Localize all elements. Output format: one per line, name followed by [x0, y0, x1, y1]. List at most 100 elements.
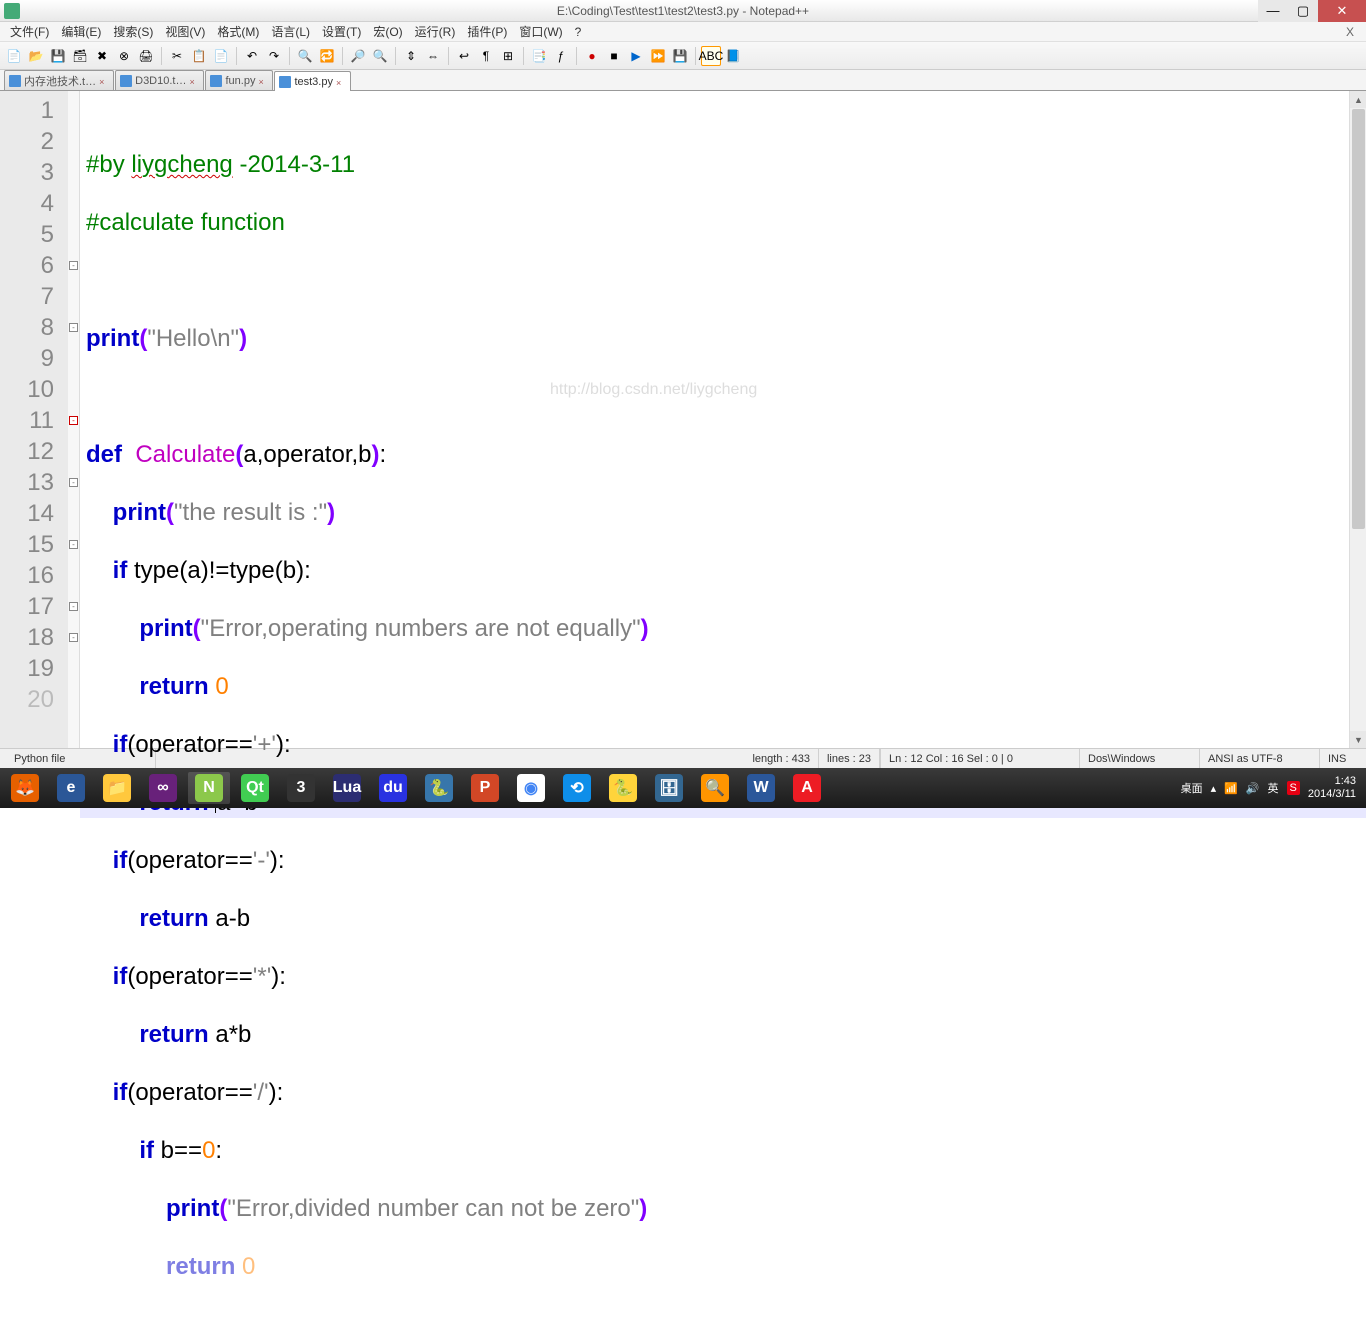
toolbar-extra-button[interactable]: 📘	[723, 46, 743, 66]
doc-map-button[interactable]: 📑	[529, 46, 549, 66]
fold-box-icon[interactable]: -	[69, 323, 78, 332]
tray-ime[interactable]: 英	[1268, 780, 1279, 796]
menu-file[interactable]: 文件(F)	[4, 23, 55, 40]
indent-guide-button[interactable]: ⊞	[498, 46, 518, 66]
tab-close-icon[interactable]: ×	[99, 77, 107, 85]
menu-edit[interactable]: 编辑(E)	[55, 23, 107, 40]
undo-button[interactable]: ↶	[242, 46, 262, 66]
taskbar-vs[interactable]: ∞	[142, 772, 184, 804]
tray-chevron-icon[interactable]: ▴	[1211, 782, 1217, 795]
menu-format[interactable]: 格式(M)	[211, 23, 265, 40]
taskbar-firefox[interactable]: 🦊	[4, 772, 46, 804]
taskbar: 🦊 e 📁 ∞ N Qt 3 Lua du 🐍 P ◉ ⟲ 🐍 🗄 🔍 W A …	[0, 768, 1366, 808]
stop-macro-button[interactable]: ■	[604, 46, 624, 66]
taskbar-adobe[interactable]: A	[786, 772, 828, 804]
paste-button[interactable]: 📄	[211, 46, 231, 66]
record-macro-button[interactable]: ●	[582, 46, 602, 66]
menu-run[interactable]: 运行(R)	[409, 23, 462, 40]
sync-h-button[interactable]: ⇔	[423, 46, 443, 66]
taskbar-python[interactable]: 🐍	[418, 772, 460, 804]
vertical-scrollbar[interactable]: ▲ ▼	[1349, 91, 1366, 748]
tray-clock[interactable]: 1:43 2014/3/11	[1308, 775, 1356, 801]
print-button[interactable]: 🖨	[136, 46, 156, 66]
code-content[interactable]: http://blog.csdn.net/liygcheng #by liygc…	[80, 91, 1366, 748]
toolbar: 📄 📂 💾 🗃 ✖ ⊗ 🖨 ✂ 📋 📄 ↶ ↷ 🔍 🔁 🔎 🔍 ⇕ ⇔ ↩ ¶ …	[0, 42, 1366, 70]
toolbar-separator	[576, 47, 577, 65]
tab-close-x-icon[interactable]: X	[1340, 25, 1360, 39]
copy-button[interactable]: 📋	[189, 46, 209, 66]
tray-network-icon[interactable]: 📶	[1224, 782, 1238, 795]
play-macro-button[interactable]: ▶	[626, 46, 646, 66]
taskbar-chrome[interactable]: ◉	[510, 772, 552, 804]
maximize-button[interactable]: ▢	[1288, 0, 1318, 22]
tray-desktop[interactable]: 桌面	[1181, 780, 1203, 796]
menu-settings[interactable]: 设置(T)	[316, 23, 367, 40]
show-all-chars-button[interactable]: ¶	[476, 46, 496, 66]
menu-language[interactable]: 语言(L)	[265, 23, 316, 40]
scroll-thumb[interactable]	[1352, 109, 1365, 529]
system-tray[interactable]: 桌面 ▴ 📶 🔊 英 S 1:43 2014/3/11	[1181, 775, 1362, 801]
sync-v-button[interactable]: ⇕	[401, 46, 421, 66]
taskbar-search[interactable]: 🔍	[694, 772, 736, 804]
file-tab[interactable]: 内存池技术.t…×	[4, 70, 114, 90]
editor-area[interactable]: 1234567891011121314151617181920 - - - - …	[0, 91, 1366, 748]
new-file-button[interactable]: 📄	[4, 46, 24, 66]
taskbar-word[interactable]: W	[740, 772, 782, 804]
open-file-button[interactable]: 📂	[26, 46, 46, 66]
menu-view[interactable]: 视图(V)	[159, 23, 211, 40]
file-tab[interactable]: fun.py×	[205, 70, 273, 90]
play-multi-button[interactable]: ⏩	[648, 46, 668, 66]
cut-button[interactable]: ✂	[167, 46, 187, 66]
tab-close-icon[interactable]: ×	[189, 77, 197, 85]
close-button[interactable]: ✕	[1318, 0, 1366, 22]
fold-box-icon[interactable]: -	[69, 478, 78, 487]
taskbar-teamviewer[interactable]: ⟲	[556, 772, 598, 804]
taskbar-db[interactable]: 🗄	[648, 772, 690, 804]
zoom-out-button[interactable]: 🔍	[370, 46, 390, 66]
function-list-button[interactable]: ƒ	[551, 46, 571, 66]
minimize-button[interactable]: —	[1258, 0, 1288, 22]
close-all-button[interactable]: ⊗	[114, 46, 134, 66]
taskbar-notepadpp[interactable]: N	[188, 772, 230, 804]
spellcheck-button[interactable]: ABC	[701, 46, 721, 66]
zoom-in-button[interactable]: 🔎	[348, 46, 368, 66]
close-file-button[interactable]: ✖	[92, 46, 112, 66]
fold-box-icon[interactable]: -	[69, 416, 78, 425]
menu-help[interactable]: ?	[569, 25, 588, 39]
taskbar-explorer[interactable]: 📁	[96, 772, 138, 804]
fold-column[interactable]: - - - - - - -	[68, 91, 80, 748]
taskbar-baidu[interactable]: du	[372, 772, 414, 804]
tab-close-icon[interactable]: ×	[336, 78, 344, 86]
redo-button[interactable]: ↷	[264, 46, 284, 66]
toolbar-separator	[695, 47, 696, 65]
save-button[interactable]: 💾	[48, 46, 68, 66]
file-tab-active[interactable]: test3.py×	[274, 71, 351, 91]
toolbar-separator	[395, 47, 396, 65]
menu-plugins[interactable]: 插件(P)	[461, 23, 513, 40]
scroll-up-icon[interactable]: ▲	[1350, 91, 1366, 108]
taskbar-python2[interactable]: 🐍	[602, 772, 644, 804]
fold-box-icon[interactable]: -	[69, 602, 78, 611]
tray-sogou-icon[interactable]: S	[1287, 781, 1300, 795]
fold-box-icon[interactable]: -	[69, 261, 78, 270]
app-icon	[4, 3, 20, 19]
save-macro-button[interactable]: 💾	[670, 46, 690, 66]
tray-volume-icon[interactable]: 🔊	[1246, 782, 1260, 795]
replace-button[interactable]: 🔁	[317, 46, 337, 66]
file-tab[interactable]: D3D10.t…×	[115, 70, 204, 90]
menu-search[interactable]: 搜索(S)	[107, 23, 159, 40]
fold-box-icon[interactable]: -	[69, 633, 78, 642]
wordwrap-button[interactable]: ↩	[454, 46, 474, 66]
taskbar-qt[interactable]: Qt	[234, 772, 276, 804]
taskbar-ie[interactable]: e	[50, 772, 92, 804]
taskbar-lua[interactable]: Lua	[326, 772, 368, 804]
taskbar-ppt[interactable]: P	[464, 772, 506, 804]
taskbar-3dsmax[interactable]: 3	[280, 772, 322, 804]
find-button[interactable]: 🔍	[295, 46, 315, 66]
fold-box-icon[interactable]: -	[69, 540, 78, 549]
save-all-button[interactable]: 🗃	[70, 46, 90, 66]
scroll-down-icon[interactable]: ▼	[1350, 731, 1366, 748]
menu-window[interactable]: 窗口(W)	[513, 23, 568, 40]
tab-close-icon[interactable]: ×	[258, 77, 266, 85]
menu-macro[interactable]: 宏(O)	[367, 23, 408, 40]
